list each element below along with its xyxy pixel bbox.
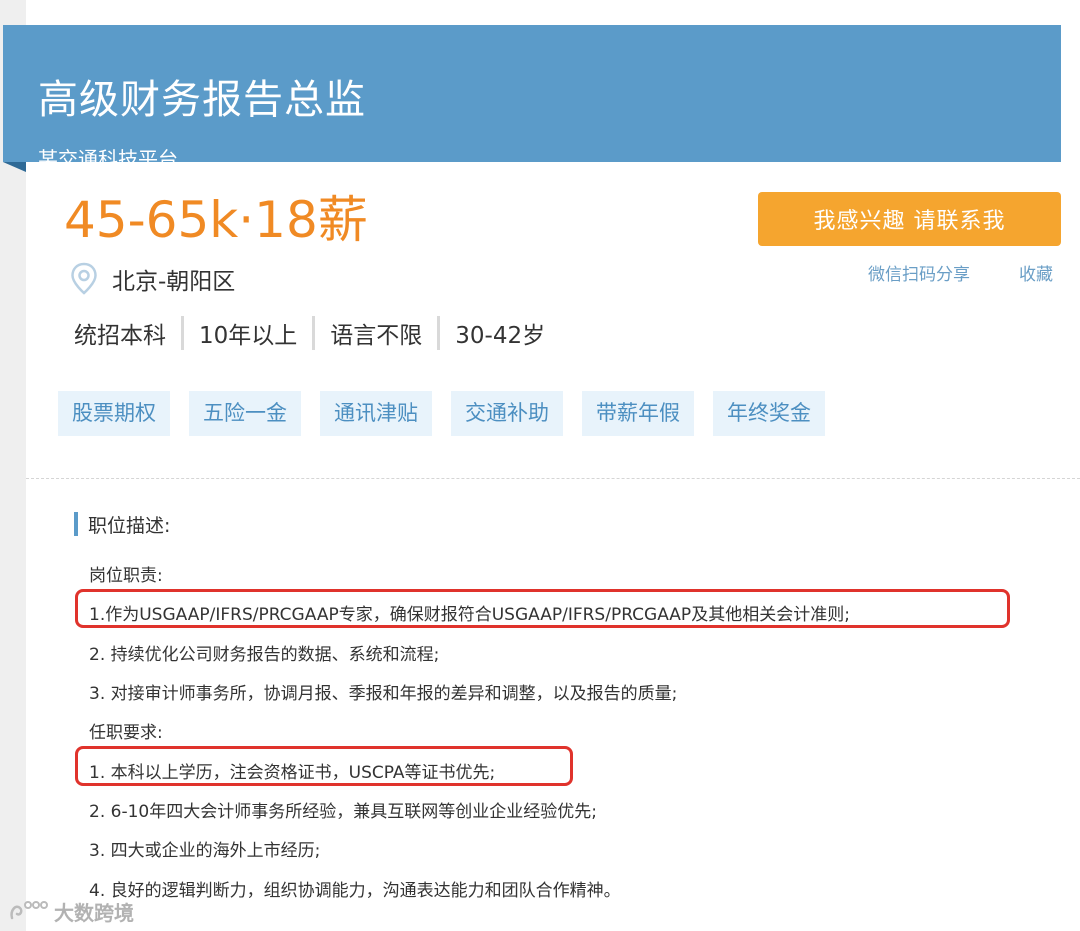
benefit-tag: 五险一金 [189,391,301,436]
requirement-age: 30-42岁 [455,323,546,349]
page-title: 高级财务报告总监 [38,77,366,123]
favorite-link[interactable]: 收藏 [1019,260,1053,285]
separator [181,316,184,350]
company-name: 某交通科技平台 [38,147,178,171]
requirement-item: 3. 四大或企业的海外上市经历; [89,841,321,861]
highlight-box [75,589,1010,628]
duty-item: 2. 持续优化公司财务报告的数据、系统和流程; [89,645,440,665]
watermark: 大数跨境 [8,896,134,926]
watermark-text: 大数跨境 [54,900,134,925]
header-banner: 高级财务报告总监 某交通科技平台 [3,25,1061,171]
description-heading: 职位描述: [74,512,171,537]
separator [312,316,316,350]
benefit-tags: 股票期权 五险一金 通讯津贴 交通补助 带薪年假 年终奖金 [58,391,844,436]
requirement-language: 语言不限 [330,323,423,349]
benefit-tag: 年终奖金 [713,391,825,436]
contact-button[interactable]: 我感兴趣 请联系我 [758,192,1061,246]
separator [437,316,441,350]
duty-item: 3. 对接审计师事务所，协调月报、季报和年报的差异和调整，以及报告的质量; [89,684,678,704]
wechat-share-link[interactable]: 微信扫码分享 [868,260,970,285]
requirement-item: 4. 良好的逻辑判断力，组织协调能力，沟通表达能力和团队合作精神。 [89,881,621,901]
location-pin-icon [70,262,98,296]
requirement-item: 2. 6-10年四大会计师事务所经验，兼具互联网等创业企业经验优先; [89,802,597,822]
watermark-logo-icon [8,898,48,924]
requirement-experience: 10年以上 [199,323,298,349]
highlight-box [75,746,573,786]
benefit-tag: 股票期权 [58,391,170,436]
benefit-tag: 带薪年假 [582,391,694,436]
benefit-tag: 交通补助 [451,391,563,436]
requirements-row: 统招本科 10年以上 语言不限 30-42岁 [74,315,545,351]
location-row: 北京-朝阳区 [70,262,235,296]
description-heading-text: 职位描述: [88,514,171,537]
requirement-education: 统招本科 [74,323,166,349]
heading-accent-bar [74,512,78,536]
salary-text: 45-65k·18薪 [64,191,368,249]
requirements-title: 任职要求: [89,723,163,743]
section-divider [26,478,1080,479]
banner-fold-decoration [3,162,26,172]
location-text: 北京-朝阳区 [112,269,236,295]
duties-title: 岗位职责: [89,566,163,586]
benefit-tag: 通讯津贴 [320,391,432,436]
